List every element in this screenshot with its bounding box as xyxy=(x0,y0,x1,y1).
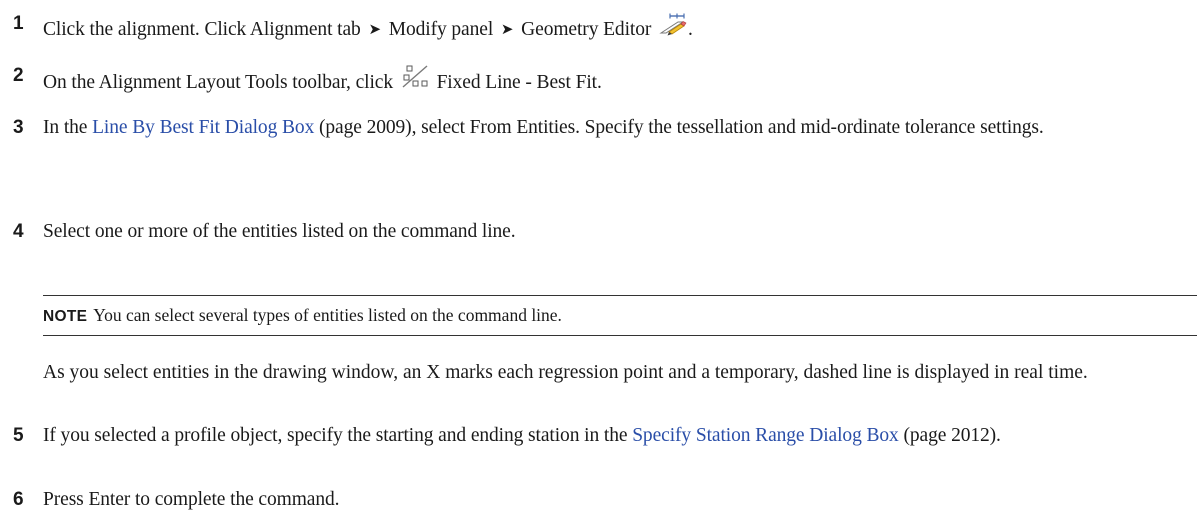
step-text: In the Line By Best Fit Dialog Box (page… xyxy=(43,116,1193,140)
step-text: If you selected a profile object, specif… xyxy=(43,424,1193,448)
arrow-icon: ➤ xyxy=(500,22,514,38)
geometry-editor-icon xyxy=(658,12,688,38)
step-number: 5 xyxy=(13,425,24,446)
specify-station-range-link[interactable]: Specify Station Range Dialog Box xyxy=(632,425,899,446)
step-3-before: In the xyxy=(43,117,88,138)
arrow-icon: ➤ xyxy=(368,22,381,38)
step-number: 6 xyxy=(13,489,24,510)
step-text: On the Alignment Layout Tools toolbar, c… xyxy=(43,64,1193,95)
step-2-before: On the Alignment Layout Tools toolbar, c… xyxy=(43,72,393,93)
step-number: 1 xyxy=(13,13,24,34)
step-number: 4 xyxy=(13,221,24,242)
step-5-before: If you selected a profile object, specif… xyxy=(43,425,628,446)
note-content: NOTE You can select several types of enti… xyxy=(43,303,562,329)
note-label: NOTE xyxy=(43,308,88,325)
step-1-instruction: Click the alignment. Click Alignment tab xyxy=(43,19,361,40)
step-2-after: Fixed Line - Best Fit. xyxy=(436,72,602,93)
step-1-period: . xyxy=(688,19,693,40)
step-text: Click the alignment. Click Alignment tab… xyxy=(43,12,1193,43)
step-number: 3 xyxy=(13,117,24,138)
step-1-command: Geometry Editor xyxy=(521,19,652,40)
note-box: NOTE You can select several types of enti… xyxy=(43,295,1197,336)
step-3-after: (page 2009), select From Entities. Speci… xyxy=(319,117,1044,138)
note-text: You can select several types of entities… xyxy=(93,305,562,325)
step-number: 2 xyxy=(13,65,24,86)
explanation-paragraph: As you select entities in the drawing wi… xyxy=(43,362,1088,383)
step-text: Select one or more of the entities liste… xyxy=(43,221,516,242)
fixed-line-best-fit-icon xyxy=(400,64,430,90)
step-1-panel: Modify panel xyxy=(388,19,494,40)
step-5-after: (page 2012). xyxy=(903,425,1001,446)
line-by-best-fit-link[interactable]: Line By Best Fit Dialog Box xyxy=(92,117,314,138)
step-text: Press Enter to complete the command. xyxy=(43,489,340,510)
